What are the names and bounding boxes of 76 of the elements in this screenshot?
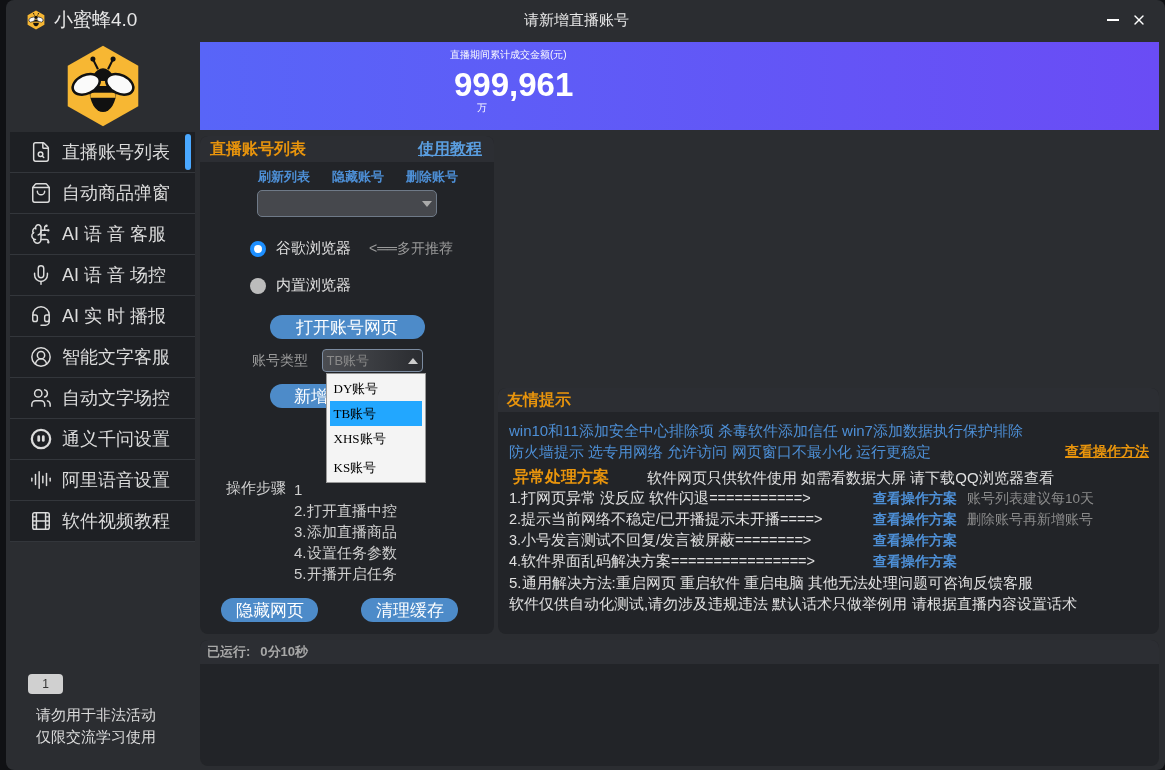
step-text: 5.开播开启任务 [294, 564, 397, 584]
issue-text: 1.打网页异常 没反应 软件闪退===========> [509, 489, 812, 508]
sidebar-label: AI 实 时 播报 [62, 305, 166, 328]
solution-link[interactable]: 查看操作方案 [873, 510, 957, 529]
sidebar-label: 软件视频教程 [62, 510, 170, 533]
issue-text: 4.软件界面乱码解决方案================> [509, 552, 817, 571]
dropdown-option[interactable]: KS账号 [329, 455, 422, 480]
face-icon [30, 428, 52, 450]
tip-text: 防火墙提示 选专用网络 允许访问 网页窗口不最小化 运行更稳定 [509, 442, 931, 462]
issue-text: 2.提示当前网络不稳定/已开播提示未开播====> [509, 510, 824, 529]
radio-button[interactable] [250, 277, 266, 294]
solution-link[interactable]: 查看操作方案 [873, 489, 957, 508]
issue-text: 3.小号发言测试不回复/发言被屏蔽========> [509, 531, 813, 550]
open-page-button[interactable]: 打开账号网页 [269, 315, 425, 339]
radio-label: 谷歌浏览器 [276, 239, 351, 258]
window-title: 请新增直播账号 [524, 10, 630, 30]
sidebar-label: AI 语 音 场控 [62, 264, 166, 287]
film-icon [30, 510, 52, 532]
bee-logo-icon [26, 10, 46, 30]
document-search-icon [30, 141, 52, 163]
banner-caption: 直播期间累计成交金额(元) [450, 48, 567, 62]
hint-text: <══多开推荐 [369, 239, 453, 258]
footer-text: 软件仅供自动化测试,请勿涉及违规违法 默认话术只做举例用 请根据直播内容设置话术 [509, 594, 1078, 614]
user-icon [30, 346, 52, 368]
dropdown-option[interactable]: DY账号 [329, 376, 422, 401]
sidebar-label: 自动商品弹窗 [62, 182, 170, 205]
step-text: 1 [294, 480, 304, 500]
action-link[interactable]: 隐藏账号 [332, 168, 384, 186]
footer-text: 5.通用解决方法:重启网页 重启软件 重启电脑 其他无法处理问题可咨询反馈客服 [509, 573, 1035, 593]
section-title: 异常处理方案 [513, 467, 609, 487]
step-text: 4.设置任务参数 [294, 543, 397, 563]
sidebar-label: 通义千问设置 [62, 428, 170, 451]
action-link[interactable]: 删除账号 [406, 168, 458, 186]
action-link[interactable]: 刷新列表 [258, 168, 310, 186]
scrollbar-thumb[interactable] [185, 134, 191, 170]
sidebar-label: AI 语 音 客服 [62, 223, 166, 246]
method-link[interactable]: 查看操作方法 [1065, 442, 1149, 461]
shopping-bag-icon [30, 182, 52, 204]
app-name: 小蜜蜂4.0 [54, 8, 139, 32]
audio-wave-icon [30, 469, 52, 491]
side-note: 账号列表建议每10天 [967, 489, 1095, 508]
notice-text: 请勿用于非法活动 [36, 705, 157, 725]
solution-link[interactable]: 查看操作方案 [873, 531, 957, 550]
runtime-value: 0分10秒 [260, 643, 309, 661]
dropdown-option[interactable]: TB账号 [329, 401, 422, 426]
panel-title: 直播账号列表 [210, 138, 306, 159]
users-icon [30, 387, 52, 409]
sidebar-label: 阿里语音设置 [62, 469, 170, 492]
radio-button[interactable] [250, 240, 266, 257]
solution-link[interactable]: 查看操作方案 [873, 552, 957, 571]
panel-title: 友情提示 [507, 389, 571, 410]
radio-label: 内置浏览器 [276, 276, 351, 295]
caret-icon [407, 357, 418, 364]
action-button[interactable]: 清理缓存 [361, 598, 458, 622]
sales-value: 999,961 [454, 68, 574, 102]
tip-text: win10和11添加安全中心排除项 杀毒软件添加信任 win7添加数据执行保护排除 [509, 421, 1023, 441]
field-label: 账号类型 [251, 351, 308, 370]
headset-icon [30, 305, 52, 327]
section-note: 软件网页只供软件使用 如需看数据大屏 请下载QQ浏览器查看 [647, 468, 1054, 488]
count-badge: 1 [28, 674, 63, 694]
sidebar-label: 智能文字客服 [62, 346, 170, 369]
dropdown-arrow-icon [422, 200, 432, 207]
action-button[interactable]: 隐藏网页 [221, 598, 318, 622]
dropdown-option[interactable]: XHS账号 [329, 426, 422, 451]
minimize-icon [1107, 19, 1119, 21]
tutorial-link[interactable]: 使用教程 [418, 138, 482, 160]
unit-label: 万 [477, 102, 487, 114]
steps-label: 操作步骤 [226, 479, 286, 498]
notice-text: 仅限交流学习使用 [36, 727, 157, 747]
sidebar-label: 直播账号列表 [62, 141, 170, 164]
sidebar-label: 自动文字场控 [62, 387, 170, 410]
side-note: 删除账号再新增账号 [967, 510, 1093, 529]
runtime-label: 已运行: [207, 643, 251, 661]
head-circuit-icon [30, 223, 52, 245]
step-text: 3.添加直播商品 [294, 522, 397, 542]
step-text: 2.打开直播中控 [294, 501, 397, 521]
